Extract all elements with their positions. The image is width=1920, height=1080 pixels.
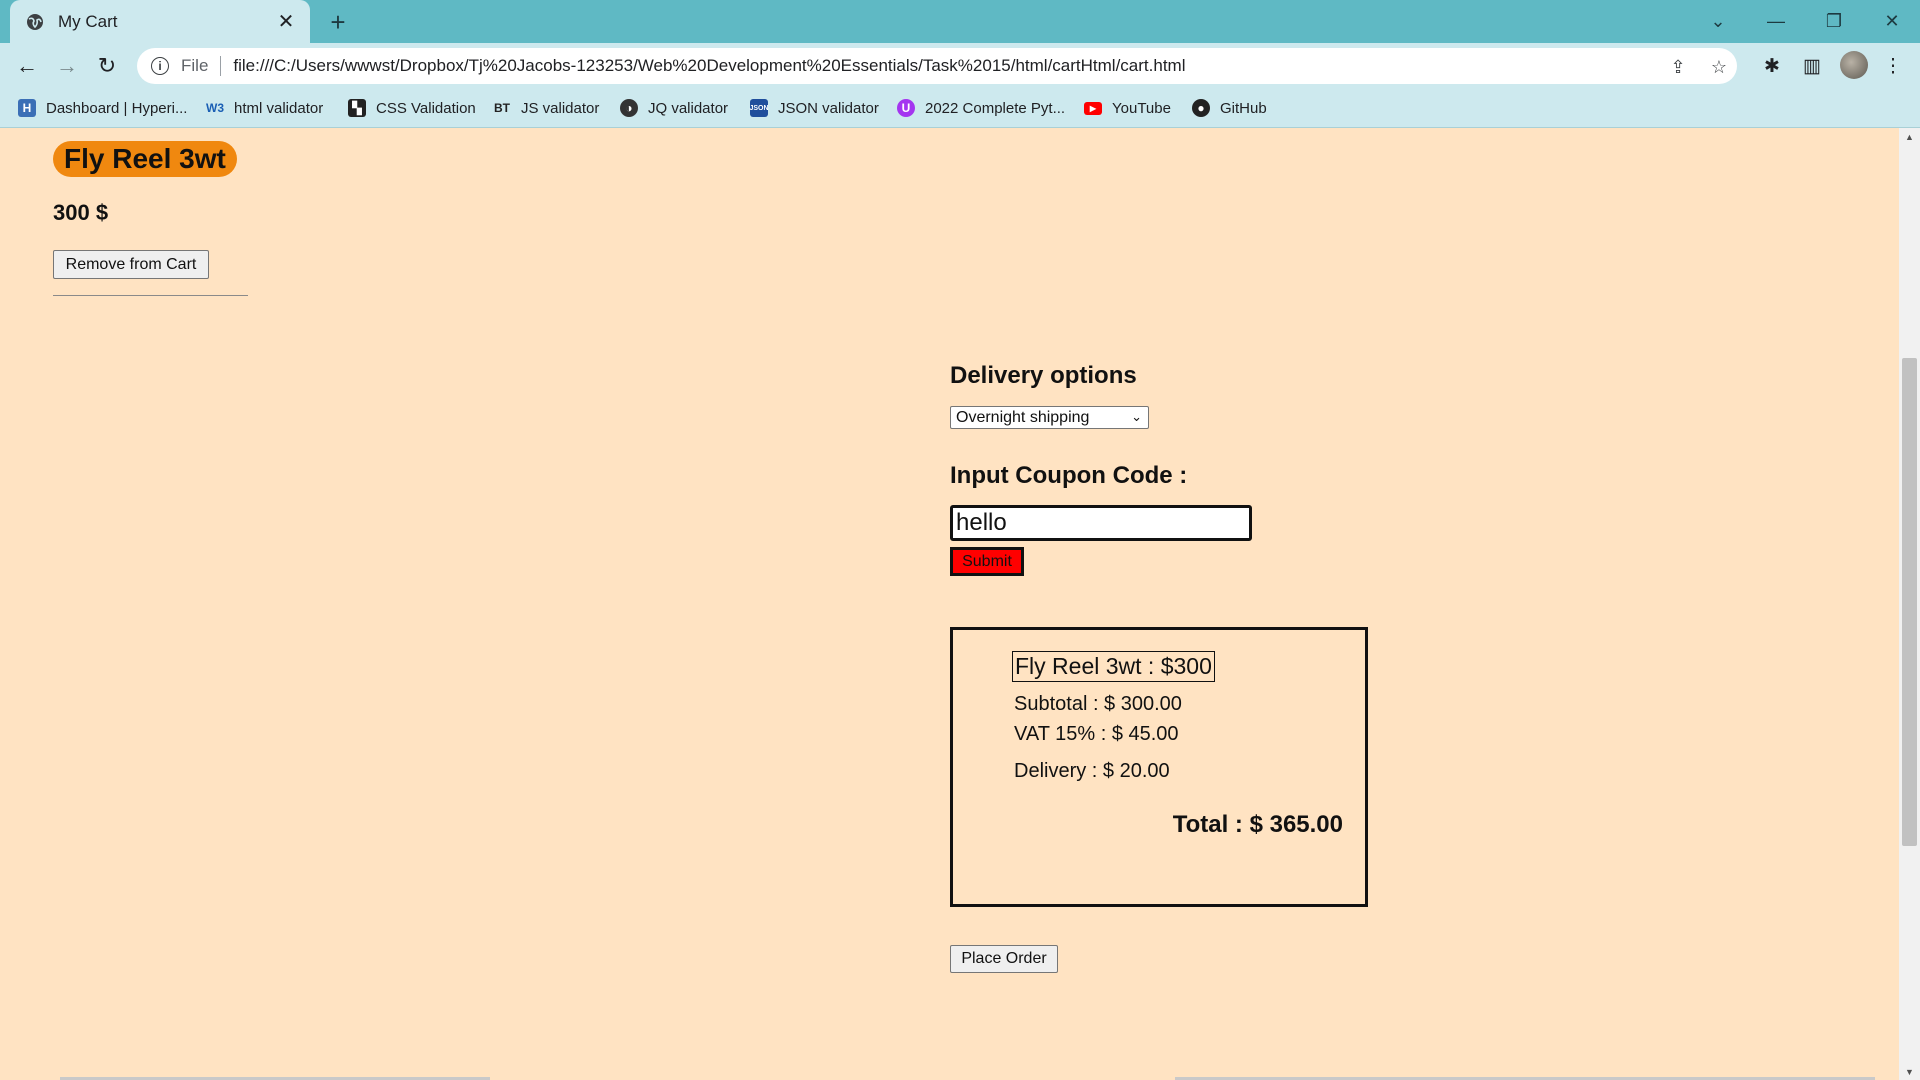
tab-my-cart[interactable]: My Cart ✕ (10, 0, 310, 43)
tab-search-icon[interactable]: ⌄ (1690, 0, 1746, 43)
github-icon: ● (1192, 99, 1210, 117)
bt-icon: BT (494, 101, 510, 115)
youtube-icon: ▶ (1084, 101, 1102, 115)
scrollbar-thumb[interactable] (1902, 358, 1917, 846)
bookmark-item[interactable]: H Dashboard | Hyperi... (18, 89, 187, 127)
css-validator-icon: ▚ (348, 99, 366, 117)
new-tab-button[interactable]: + (324, 7, 352, 37)
udemy-icon: U (897, 99, 915, 117)
globe-icon (27, 13, 43, 30)
chevron-down-icon: ⌄ (1131, 409, 1142, 424)
json-icon: JSON (749, 99, 769, 117)
browser-toolbar: ← → ↻ i File file:///C:/Users/wwwst/Drop… (0, 43, 1920, 89)
info-icon[interactable]: i (151, 57, 169, 75)
bookmark-item[interactable]: W3 html validator (206, 89, 323, 127)
tab-strip: My Cart ✕ + ⌄ — ❐ ✕ (0, 0, 1920, 43)
summary-item: Fly Reel 3wt : $300 (1012, 651, 1215, 682)
bookmark-item[interactable]: ● GitHub (1192, 89, 1267, 127)
close-window-icon[interactable]: ✕ (1864, 0, 1920, 43)
jq-icon: ◑ (620, 99, 638, 117)
extensions-icon[interactable]: ✱ (1759, 53, 1785, 79)
back-icon[interactable]: ← (12, 51, 42, 81)
vertical-scrollbar[interactable]: ▲ ▼ (1899, 128, 1920, 1080)
close-tab-icon[interactable]: ✕ (274, 10, 298, 34)
url-text[interactable]: file:///C:/Users/wwwst/Dropbox/Tj%20Jaco… (233, 56, 1185, 76)
delivery-selected-value: Overnight shipping (956, 408, 1090, 426)
cart-item-divider (53, 295, 248, 296)
address-separator (220, 56, 222, 76)
tab-title: My Cart (58, 11, 118, 31)
hyperion-icon: H (18, 99, 36, 117)
bookmark-item[interactable]: ◑ JQ validator (620, 89, 728, 127)
scroll-down-icon[interactable]: ▼ (1899, 1063, 1920, 1080)
file-label: File (181, 56, 209, 75)
bookmark-label: Dashboard | Hyperi... (46, 99, 188, 117)
delivery-select[interactable]: Overnight shipping ⌄ (950, 406, 1149, 429)
bookmark-item[interactable]: U 2022 Complete Pyt... (897, 89, 1065, 127)
bookmark-label: JSON validator (778, 99, 879, 117)
coupon-heading: Input Coupon Code : (950, 462, 1188, 489)
bookmark-star-icon[interactable]: ☆ (1708, 56, 1730, 78)
scroll-up-icon[interactable]: ▲ (1899, 128, 1920, 145)
cart-item-price: 300 $ (53, 200, 109, 225)
minimize-icon[interactable]: — (1748, 0, 1804, 43)
page-viewport: Fly Reel 3wt 300 $ Remove from Cart Deli… (0, 128, 1899, 1080)
bookmark-item[interactable]: ▶ YouTube (1084, 89, 1171, 127)
coupon-submit-button[interactable]: Submit (950, 547, 1024, 576)
forward-icon[interactable]: → (52, 51, 82, 81)
bookmark-label: JQ validator (648, 99, 729, 117)
summary-total: Total : $ 365.00 (1172, 811, 1343, 838)
profile-avatar[interactable] (1840, 51, 1868, 79)
summary-delivery: Delivery : $ 20.00 (1014, 760, 1170, 782)
summary-subtotal: Subtotal : $ 300.00 (1014, 693, 1182, 715)
reload-icon[interactable]: ↻ (92, 51, 122, 81)
coupon-input[interactable] (950, 505, 1252, 541)
remove-from-cart-button[interactable]: Remove from Cart (53, 250, 209, 279)
bookmark-label: JS validator (521, 99, 600, 117)
place-order-button[interactable]: Place Order (950, 945, 1058, 973)
address-bar[interactable]: i File file:///C:/Users/wwwst/Dropbox/Tj… (137, 48, 1737, 84)
share-icon[interactable]: ⇪ (1667, 56, 1689, 78)
bookmarks-bar: H Dashboard | Hyperi... W3 html validato… (0, 89, 1920, 128)
order-summary: Fly Reel 3wt : $300 Subtotal : $ 300.00 … (950, 627, 1368, 907)
w3c-icon: W3 (206, 101, 224, 115)
summary-vat: VAT 15% : $ 45.00 (1014, 723, 1179, 745)
delivery-heading: Delivery options (950, 362, 1137, 389)
bookmark-label: html validator (234, 99, 324, 117)
bookmark-label: CSS Validation (376, 99, 476, 117)
restore-icon[interactable]: ❐ (1806, 0, 1862, 43)
cart-item-name: Fly Reel 3wt (53, 141, 237, 177)
bookmark-item[interactable]: JSON JSON validator (749, 89, 879, 127)
menu-icon[interactable]: ⋮ (1880, 53, 1906, 79)
bookmark-item[interactable]: ▚ CSS Validation (348, 89, 476, 127)
bookmark-label: GitHub (1220, 99, 1267, 117)
bookmark-label: YouTube (1112, 99, 1171, 117)
side-panel-icon[interactable]: ▥ (1799, 53, 1825, 79)
bookmark-label: 2022 Complete Pyt... (925, 99, 1066, 117)
bookmark-item[interactable]: BT JS validator (493, 89, 599, 127)
